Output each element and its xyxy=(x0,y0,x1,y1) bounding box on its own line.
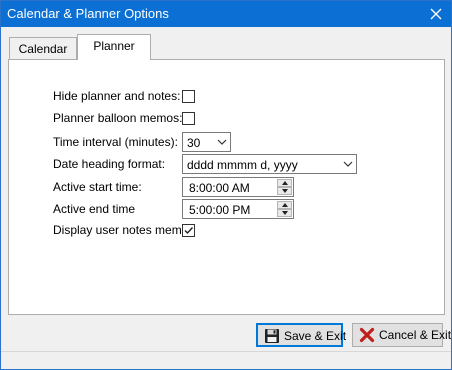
cancel-exit-button[interactable]: Cancel & Exit xyxy=(352,323,451,347)
active-end-value: 5:00:00 PM xyxy=(189,203,251,217)
tab-calendar-label: Calendar xyxy=(18,42,68,56)
options-dialog: Calendar & Planner Options Calendar Plan… xyxy=(0,0,452,370)
user-notes-checkbox[interactable] xyxy=(182,224,195,237)
active-end-label: Active end time xyxy=(53,202,136,216)
active-end-down-button[interactable] xyxy=(277,209,292,217)
window-title: Calendar & Planner Options xyxy=(7,6,169,21)
triangle-down-icon xyxy=(282,189,288,193)
active-start-up-button[interactable] xyxy=(277,179,292,187)
chevron-down-icon xyxy=(343,161,353,167)
save-exit-button[interactable]: Save & Exit xyxy=(256,323,347,347)
active-start-time-field[interactable]: 8:00:00 AM xyxy=(182,177,294,197)
active-end-up-button[interactable] xyxy=(277,201,292,209)
balloon-memos-checkbox[interactable] xyxy=(182,112,195,125)
active-start-spinner xyxy=(277,179,292,195)
hide-planner-checkbox[interactable] xyxy=(182,90,195,103)
active-start-down-button[interactable] xyxy=(277,187,292,195)
close-button[interactable] xyxy=(421,1,451,27)
cancel-exit-label: Cancel & Exit xyxy=(379,328,452,342)
triangle-up-icon xyxy=(282,203,288,207)
date-heading-label: Date heading format: xyxy=(53,157,166,171)
active-start-value: 8:00:00 AM xyxy=(189,181,250,195)
checkmark-icon xyxy=(184,227,194,235)
close-icon xyxy=(430,8,442,20)
date-heading-value: dddd mmmm d, yyyy xyxy=(187,158,298,172)
date-heading-select[interactable]: dddd mmmm d, yyyy xyxy=(182,154,357,174)
time-interval-value: 30 xyxy=(187,136,201,150)
user-notes-label: Display user notes memo: xyxy=(53,223,192,237)
tab-calendar[interactable]: Calendar xyxy=(9,37,77,59)
planner-panel: Hide planner and notes: Planner balloon … xyxy=(8,59,445,315)
tab-planner-label: Planner xyxy=(93,39,135,53)
time-interval-label: Time interval (minutes): xyxy=(53,135,178,149)
triangle-up-icon xyxy=(282,181,288,185)
tab-planner[interactable]: Planner xyxy=(77,34,151,60)
active-end-time-field[interactable]: 5:00:00 PM xyxy=(182,199,294,219)
active-end-spinner xyxy=(277,201,292,217)
red-x-icon xyxy=(359,327,375,343)
time-interval-select[interactable]: 30 xyxy=(182,132,231,152)
floppy-disk-icon xyxy=(265,329,279,343)
status-bar xyxy=(1,351,451,369)
hide-planner-label: Hide planner and notes: xyxy=(53,89,181,103)
save-exit-label: Save & Exit xyxy=(284,329,347,343)
chevron-down-icon xyxy=(217,139,227,145)
active-start-label: Active start time: xyxy=(53,180,142,194)
title-bar[interactable]: Calendar & Planner Options xyxy=(1,1,451,27)
balloon-memos-label: Planner balloon memos: xyxy=(53,111,183,125)
triangle-down-icon xyxy=(282,211,288,215)
